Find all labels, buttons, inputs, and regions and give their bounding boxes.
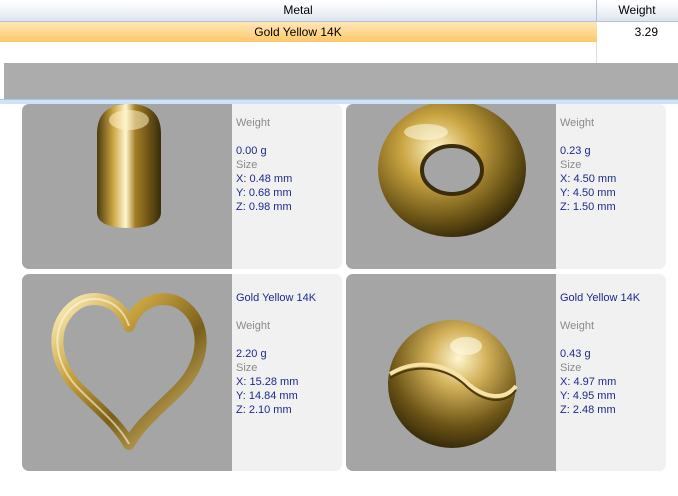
item-thumbnail bbox=[346, 274, 556, 471]
weight-label: Weight bbox=[560, 320, 595, 332]
item-card[interactable]: Gold Yellow 14K Weight 2.20 g Size X: 15… bbox=[22, 274, 342, 471]
size-y: Y: 0.68 mm bbox=[236, 187, 292, 199]
item-card[interactable]: Weight 0.00 g Size X: 0.48 mm Y: 0.68 mm… bbox=[22, 104, 342, 269]
donut-bead-icon bbox=[378, 104, 526, 237]
size-label: Size bbox=[236, 159, 258, 171]
size-z: Z: 2.48 mm bbox=[560, 404, 616, 416]
weight-column-header[interactable]: Weight bbox=[597, 0, 677, 21]
size-x: X: 0.48 mm bbox=[236, 173, 293, 185]
item-card[interactable]: Weight 0.23 g Size X: 4.50 mm Y: 4.50 mm… bbox=[346, 104, 666, 269]
size-y: Y: 4.95 mm bbox=[560, 390, 616, 402]
metal-cell[interactable]: Gold Yellow 14K bbox=[0, 22, 596, 42]
size-x: X: 4.97 mm bbox=[560, 376, 617, 388]
size-z: Z: 2.10 mm bbox=[236, 404, 292, 416]
cylinder-peg-icon bbox=[97, 104, 161, 228]
item-details: Gold Yellow 14K Weight 2.20 g Size X: 15… bbox=[236, 274, 342, 471]
weight-value: 0.23 g bbox=[560, 145, 591, 157]
item-thumbnail bbox=[22, 274, 232, 471]
item-details: Gold Yellow 14K Weight 0.43 g Size X: 4.… bbox=[560, 274, 666, 471]
size-label: Size bbox=[560, 159, 582, 171]
ball-bead-icon bbox=[388, 320, 518, 448]
item-details: Weight 0.23 g Size X: 4.50 mm Y: 4.50 mm… bbox=[560, 104, 666, 269]
table-row[interactable]: Gold Yellow 14K 3.29 bbox=[0, 22, 678, 43]
weight-value: 2.20 g bbox=[236, 348, 267, 360]
table-empty-area bbox=[4, 63, 678, 99]
item-thumbnail bbox=[346, 104, 556, 269]
item-metal-name: Gold Yellow 14K bbox=[236, 292, 317, 304]
item-thumbnail bbox=[22, 104, 232, 269]
table-header: Metal Weight bbox=[0, 0, 678, 22]
weight-value: 0.00 g bbox=[236, 145, 267, 157]
size-label: Size bbox=[560, 362, 582, 374]
weight-value: 0.43 g bbox=[560, 348, 591, 360]
size-y: Y: 4.50 mm bbox=[560, 187, 616, 199]
weight-cell[interactable]: 3.29 bbox=[597, 22, 678, 42]
size-y: Y: 14.84 mm bbox=[236, 390, 298, 402]
item-metal-name: Gold Yellow 14K bbox=[560, 292, 641, 304]
weight-label: Weight bbox=[560, 117, 595, 129]
size-z: Z: 0.98 mm bbox=[236, 201, 292, 213]
size-z: Z: 1.50 mm bbox=[560, 201, 616, 213]
empty-table-row bbox=[0, 42, 678, 63]
size-label: Size bbox=[236, 362, 258, 374]
heart-pendant-icon bbox=[51, 293, 207, 450]
size-x: X: 4.50 mm bbox=[560, 173, 617, 185]
item-card[interactable]: Gold Yellow 14K Weight 0.43 g Size X: 4.… bbox=[346, 274, 666, 471]
weight-label: Weight bbox=[236, 320, 271, 332]
weight-label: Weight bbox=[236, 117, 271, 129]
metal-column-header[interactable]: Metal bbox=[0, 0, 597, 21]
size-x: X: 15.28 mm bbox=[236, 376, 299, 388]
item-details: Weight 0.00 g Size X: 0.48 mm Y: 0.68 mm… bbox=[236, 104, 342, 269]
